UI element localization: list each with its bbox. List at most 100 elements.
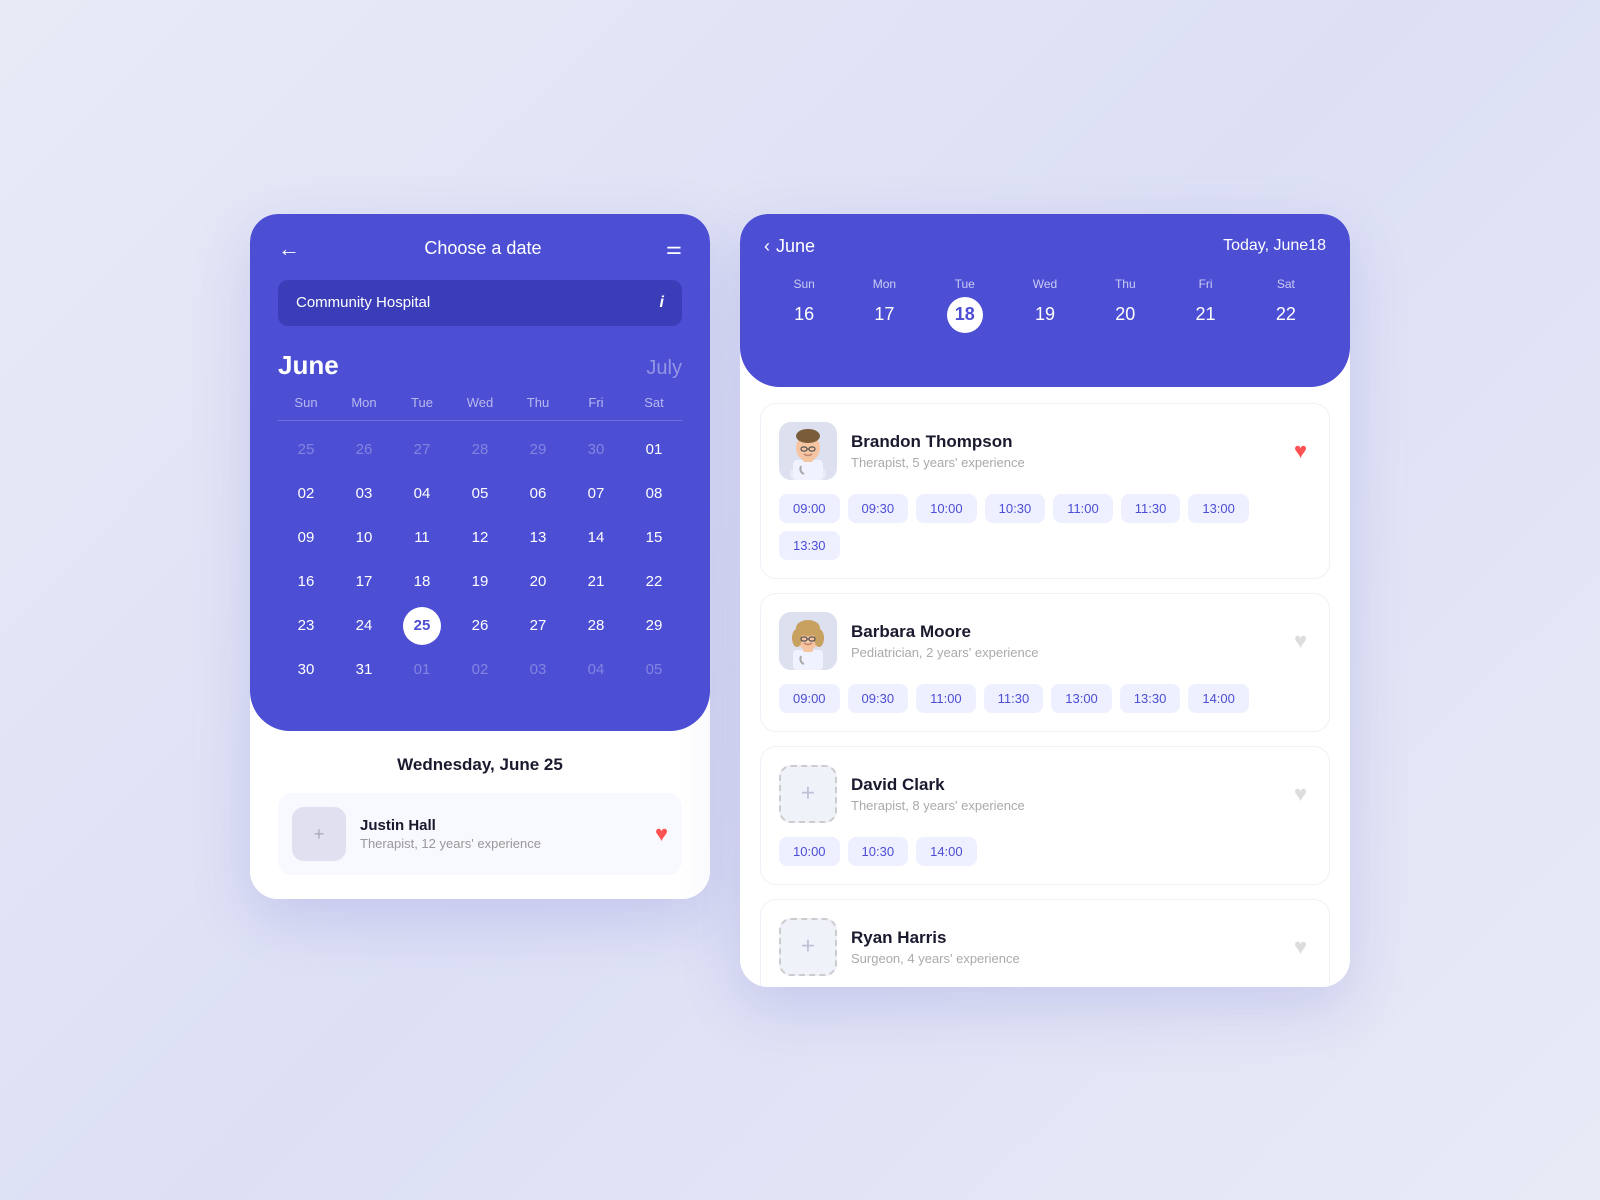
calendar-day[interactable]: 01 bbox=[635, 431, 673, 469]
calendar-day[interactable]: 23 bbox=[287, 607, 325, 645]
calendar-day[interactable]: 29 bbox=[519, 431, 557, 469]
calendar-day[interactable]: 05 bbox=[461, 475, 499, 513]
calendar-day[interactable]: 12 bbox=[461, 519, 499, 557]
calendar-day[interactable]: 28 bbox=[461, 431, 499, 469]
calendar-day[interactable]: 27 bbox=[403, 431, 441, 469]
calendar-day[interactable]: 30 bbox=[287, 651, 325, 689]
calendar-bottom: Wednesday, June 25 + Justin Hall Therapi… bbox=[250, 731, 710, 899]
calendar-day[interactable]: 13 bbox=[519, 519, 557, 557]
calendar-day[interactable]: 07 bbox=[577, 475, 615, 513]
week-day-column[interactable]: Tue18 bbox=[925, 273, 1005, 337]
calendar-day[interactable]: 21 bbox=[577, 563, 615, 601]
time-slot-button[interactable]: 13:00 bbox=[1051, 684, 1112, 713]
calendar-day[interactable]: 16 bbox=[287, 563, 325, 601]
time-slot-button[interactable]: 11:30 bbox=[984, 684, 1044, 713]
time-slot-button[interactable]: 09:30 bbox=[848, 684, 909, 713]
screen-container: ← Choose a date ⚌ Community Hospital i J… bbox=[250, 214, 1350, 987]
calendar-day[interactable]: 03 bbox=[519, 651, 557, 689]
calendar-day[interactable]: 04 bbox=[577, 651, 615, 689]
time-slot-button[interactable]: 13:30 bbox=[779, 531, 840, 560]
week-header: ‹ June Today, June18 Sun 16 Mon17Tue18Wed1… bbox=[740, 214, 1350, 387]
time-slot-button[interactable]: 13:00 bbox=[1188, 494, 1249, 523]
back-button[interactable]: ← bbox=[278, 238, 300, 260]
calendar-day[interactable]: 17 bbox=[345, 563, 383, 601]
doctor-card-header: + David ClarkTherapist, 8 years' experie… bbox=[779, 765, 1311, 823]
hospital-bar[interactable]: Community Hospital i bbox=[278, 280, 682, 326]
calendar-day[interactable]: 26 bbox=[345, 431, 383, 469]
week-nav: ‹ June Today, June18 bbox=[764, 236, 1326, 257]
calendar-day[interactable]: 25 bbox=[287, 431, 325, 469]
calendar-day[interactable]: 26 bbox=[461, 607, 499, 645]
svg-text:+: + bbox=[801, 779, 815, 806]
week-day-column[interactable]: Sun 16 bbox=[764, 273, 844, 337]
info-button[interactable]: i bbox=[660, 294, 664, 312]
calendar-day[interactable]: 19 bbox=[461, 563, 499, 601]
time-slot-button[interactable]: 10:00 bbox=[916, 494, 977, 523]
doctor-details: Brandon ThompsonTherapist, 5 years' expe… bbox=[851, 432, 1276, 470]
week-day-name: Sun bbox=[764, 277, 844, 291]
calendar-day[interactable]: 15 bbox=[635, 519, 673, 557]
time-slot-button[interactable]: 10:30 bbox=[985, 494, 1046, 523]
time-slot-button[interactable]: 11:00 bbox=[916, 684, 976, 713]
doctor-details: David ClarkTherapist, 8 years' experienc… bbox=[851, 775, 1276, 813]
time-slot-button[interactable]: 11:00 bbox=[1053, 494, 1113, 523]
month-nav-button[interactable]: ‹ June bbox=[764, 236, 815, 257]
time-slot-button[interactable]: 09:00 bbox=[779, 494, 840, 523]
week-day-column[interactable]: Fri21 bbox=[1165, 273, 1245, 337]
calendar-day[interactable]: 29 bbox=[635, 607, 673, 645]
calendar-day[interactable]: 01 bbox=[403, 651, 441, 689]
week-day-number[interactable]: 21 bbox=[1188, 297, 1224, 333]
week-day-number[interactable]: 16 bbox=[786, 297, 822, 333]
favorite-button[interactable]: ♥ bbox=[1290, 434, 1311, 468]
calendar-day[interactable]: 18 bbox=[403, 563, 441, 601]
week-day-column[interactable]: Thu20 bbox=[1085, 273, 1165, 337]
time-slot-button[interactable]: 11:30 bbox=[1121, 494, 1181, 523]
doctor-photo: + bbox=[779, 765, 837, 823]
calendar-day[interactable]: 06 bbox=[519, 475, 557, 513]
calendar-day[interactable]: 10 bbox=[345, 519, 383, 557]
week-day-number[interactable]: 22 bbox=[1268, 297, 1304, 333]
favorite-button[interactable]: ♥ bbox=[1290, 930, 1311, 964]
time-slot-button[interactable]: 14:00 bbox=[916, 837, 977, 866]
calendar-day[interactable]: 14 bbox=[577, 519, 615, 557]
calendar-day[interactable]: 11 bbox=[403, 519, 441, 557]
calendar-day[interactable]: 30 bbox=[577, 431, 615, 469]
time-slot-button[interactable]: 13:30 bbox=[1120, 684, 1181, 713]
week-day-column[interactable]: Mon17 bbox=[844, 273, 924, 337]
time-slots: 09:00 09:3010:00 10:3011:00 11:3013:00 13:30 bbox=[779, 494, 1311, 560]
calendar-day[interactable]: 02 bbox=[461, 651, 499, 689]
calendar-day[interactable]: 08 bbox=[635, 475, 673, 513]
calendar-day[interactable]: 31 bbox=[345, 651, 383, 689]
calendar-day[interactable]: 02 bbox=[287, 475, 325, 513]
calendar-day[interactable]: 04 bbox=[403, 475, 441, 513]
favorite-icon-mini[interactable]: ♥ bbox=[655, 821, 668, 847]
time-slot-button[interactable]: 09:30 bbox=[848, 494, 909, 523]
time-slot-button[interactable]: 10:30 bbox=[848, 837, 909, 866]
time-slot-button[interactable]: 10:00 bbox=[779, 837, 840, 866]
week-day-number[interactable]: 19 bbox=[1027, 297, 1063, 333]
favorite-button[interactable]: ♥ bbox=[1290, 777, 1311, 811]
week-day-number[interactable]: 17 bbox=[866, 297, 902, 333]
favorite-button[interactable]: ♥ bbox=[1290, 624, 1311, 658]
filter-button[interactable]: ⚌ bbox=[666, 238, 682, 259]
doctor-card: + David ClarkTherapist, 8 years' experie… bbox=[760, 746, 1330, 885]
week-day-column[interactable]: Wed19 bbox=[1005, 273, 1085, 337]
calendar-day[interactable]: 09 bbox=[287, 519, 325, 557]
calendar-day[interactable]: 24 bbox=[345, 607, 383, 645]
week-day-number[interactable]: 20 bbox=[1107, 297, 1143, 333]
calendar-day[interactable]: 28 bbox=[577, 607, 615, 645]
time-slot-button[interactable]: 14:00 bbox=[1188, 684, 1249, 713]
doctor-card: + Ryan HarrisSurgeon, 4 years' experienc… bbox=[760, 899, 1330, 987]
calendar-day[interactable]: 25 bbox=[403, 607, 441, 645]
calendar-day[interactable]: 03 bbox=[345, 475, 383, 513]
svg-text:+: + bbox=[314, 824, 325, 844]
time-slot-button[interactable]: 09:00 bbox=[779, 684, 840, 713]
week-day-number[interactable]: 18 bbox=[947, 297, 983, 333]
calendar-day[interactable]: 20 bbox=[519, 563, 557, 601]
calendar-day[interactable]: 27 bbox=[519, 607, 557, 645]
week-day-column[interactable]: Sat22 bbox=[1246, 273, 1326, 337]
doctor-card: Brandon ThompsonTherapist, 5 years' expe… bbox=[760, 403, 1330, 579]
doctor-card-mini[interactable]: + Justin Hall Therapist, 12 years' exper… bbox=[278, 793, 682, 875]
calendar-day[interactable]: 05 bbox=[635, 651, 673, 689]
calendar-day[interactable]: 22 bbox=[635, 563, 673, 601]
